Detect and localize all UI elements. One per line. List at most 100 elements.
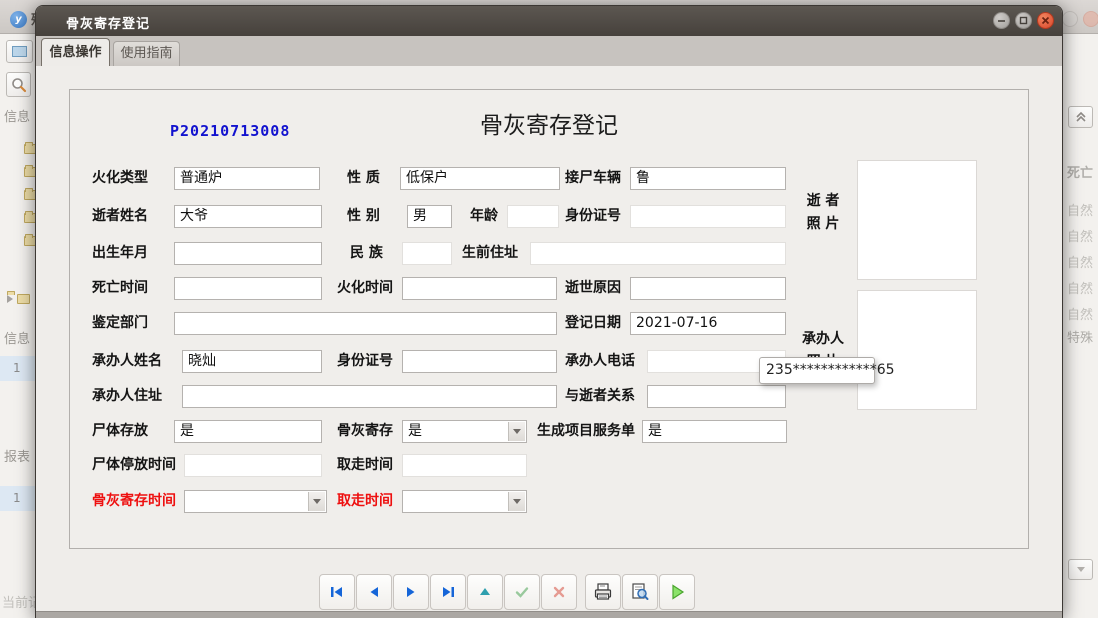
tab-info-operation[interactable]: 信息操作 (41, 38, 110, 66)
grid-cell[interactable]: 自然 (1067, 304, 1093, 323)
label-ash-storage: 骨灰寄存 (337, 420, 393, 443)
grid-cell[interactable]: 自然 (1067, 200, 1093, 219)
label-age: 年龄 (470, 205, 498, 228)
label-gender: 性 别 (347, 205, 380, 228)
folder-icon (17, 294, 30, 304)
deceased-photo-label: 逝 者 照 片 (792, 190, 854, 236)
appraisal-dept-input[interactable] (174, 312, 557, 335)
combo-arrow-button[interactable] (508, 492, 525, 511)
grid-cell[interactable]: 自然 (1067, 226, 1093, 245)
ethnicity-input[interactable] (402, 242, 452, 265)
home-address-input[interactable] (530, 242, 786, 265)
print-preview-icon (629, 581, 651, 603)
body-park-time-input[interactable] (184, 454, 322, 477)
ash-storage-value: 是 (408, 423, 422, 439)
chevron-down-icon (1077, 567, 1085, 572)
nature-input[interactable]: 低保户 (400, 167, 560, 190)
minimize-icon (997, 16, 1006, 25)
birth-date-input[interactable] (174, 242, 322, 265)
first-record-button[interactable] (319, 574, 355, 610)
hearse-input[interactable]: 鲁 (630, 167, 786, 190)
grid-cell[interactable]: 自然 (1067, 252, 1093, 271)
ash-storage-combo[interactable]: 是 (402, 420, 527, 443)
form-title: 骨灰寄存登记 (70, 106, 1028, 140)
close-button[interactable] (1037, 12, 1054, 29)
cremation-time-input[interactable] (402, 277, 557, 300)
label-handler-address: 承办人住址 (92, 385, 162, 408)
label-birth-date: 出生年月 (92, 242, 148, 265)
label-deceased-id: 身份证号 (565, 205, 621, 228)
next-record-button[interactable] (393, 574, 429, 610)
minimize-button[interactable] (993, 12, 1010, 29)
tab-bar: 信息操作 使用指南 (36, 36, 1062, 66)
label-appraisal-dept: 鉴定部门 (92, 312, 148, 335)
content-area: P20210713008 骨灰寄存登记 火化类型 普通炉 性 质 低保户 接尸车… (36, 66, 1062, 618)
age-input[interactable] (507, 205, 559, 228)
run-button[interactable] (659, 574, 695, 610)
handler-address-input[interactable] (182, 385, 557, 408)
ash-take-time-combo[interactable] (402, 490, 527, 513)
print-preview-button[interactable] (622, 574, 658, 610)
search-button[interactable] (6, 72, 31, 97)
service-order-input[interactable]: 是 (642, 420, 787, 443)
handler-name-input[interactable]: 晓灿 (182, 350, 322, 373)
maximize-button[interactable] (1015, 12, 1032, 29)
combo-arrow-button[interactable] (508, 422, 525, 441)
panel-dropdown-button[interactable] (1068, 559, 1093, 580)
label-body-storage: 尸体存放 (92, 420, 148, 443)
gender-input[interactable]: 男 (407, 205, 452, 228)
cancel-button[interactable] (541, 574, 577, 610)
maximize-icon (1019, 16, 1028, 25)
collapse-panel-button[interactable] (1068, 106, 1093, 128)
confirm-button[interactable] (504, 574, 540, 610)
handler-photo-label-line1: 承办人 (792, 328, 854, 351)
print-button[interactable] (585, 574, 621, 610)
tab-user-guide[interactable]: 使用指南 (113, 41, 180, 66)
grid-cell[interactable]: 特殊 (1067, 327, 1093, 346)
grid-cell[interactable]: 自然 (1067, 278, 1093, 297)
label-ash-take-time: 取走时间 (337, 490, 393, 513)
label-ethnicity: 民 族 (350, 242, 383, 265)
body-take-time-input[interactable] (402, 454, 527, 477)
cancel-x-icon (550, 583, 568, 601)
ash-storage-time-combo[interactable] (184, 490, 327, 513)
ash-storage-registration-window: 骨灰寄存登记 信息操作 使用指南 P20210713008 骨灰寄存登记 火化类… (35, 5, 1063, 618)
tree-expander[interactable] (7, 294, 30, 304)
expander-arrow-icon (7, 295, 13, 303)
body-storage-input[interactable]: 是 (174, 420, 322, 443)
sidebar-section-info: 信息 (4, 328, 30, 347)
first-record-icon (328, 583, 346, 601)
label-handler-id: 身份证号 (337, 350, 393, 373)
death-time-input[interactable] (174, 277, 322, 300)
death-cause-input[interactable] (630, 277, 786, 300)
last-record-button[interactable] (430, 574, 466, 610)
search-icon (11, 77, 27, 93)
label-handler-phone: 承办人电话 (565, 350, 635, 373)
deceased-id-input[interactable] (630, 205, 786, 228)
background-right-panel: 死亡 自然 自然 自然 自然 自然 特殊 (1062, 34, 1098, 618)
background-left-sidebar: 信息 信息 1 报表 1 当前记 (0, 34, 36, 618)
selection-icon (12, 46, 27, 57)
handler-id-input[interactable] (402, 350, 557, 373)
label-handler-name: 承办人姓名 (92, 350, 162, 373)
chevron-down-icon (513, 499, 521, 504)
insert-record-button[interactable] (467, 574, 503, 610)
register-date-input[interactable]: 2021-07-16 (630, 312, 786, 335)
prev-record-button[interactable] (356, 574, 392, 610)
background-maximize-icon[interactable] (1062, 11, 1078, 27)
combo-arrow-button[interactable] (308, 492, 325, 511)
prev-record-icon (365, 583, 383, 601)
deceased-photo-box[interactable] (857, 160, 977, 280)
handler-photo-box[interactable] (857, 290, 977, 410)
background-close-icon[interactable] (1083, 11, 1098, 27)
relationship-input[interactable] (647, 385, 786, 408)
select-tool-button[interactable] (6, 40, 33, 63)
report-item-row[interactable]: 1 (0, 486, 36, 511)
label-cremation-type: 火化类型 (92, 167, 148, 190)
cremation-type-input[interactable]: 普通炉 (174, 167, 320, 190)
label-death-cause: 逝世原因 (565, 277, 621, 300)
chevron-down-icon (513, 429, 521, 434)
deceased-name-input[interactable]: 大爷 (174, 205, 322, 228)
label-relationship: 与逝者关系 (565, 385, 635, 408)
tree-item-row[interactable]: 1 (0, 356, 36, 381)
